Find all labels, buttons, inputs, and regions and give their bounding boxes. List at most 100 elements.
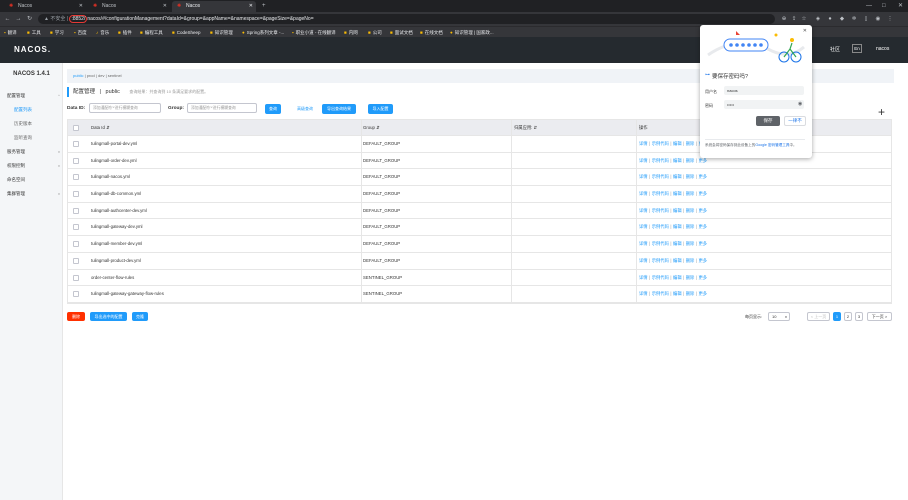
password-field[interactable]: ••••• <box>724 100 804 109</box>
row-checkbox[interactable] <box>73 274 79 281</box>
bookmark-star-icon[interactable]: ☆ <box>800 14 808 24</box>
export-selected-button[interactable]: 导出选中的配置 <box>90 312 127 321</box>
clone-button[interactable]: 克隆 <box>132 312 148 321</box>
op-link[interactable]: 删除 <box>686 174 695 179</box>
op-link[interactable]: 编辑 <box>673 191 682 196</box>
show-password-eye-icon[interactable]: ◉ <box>798 100 802 109</box>
op-link[interactable]: 更多 <box>698 158 707 163</box>
op-link[interactable]: 编辑 <box>673 291 682 296</box>
op-link[interactable]: 删除 <box>686 208 695 213</box>
op-link[interactable]: 示例代码 <box>652 191 669 196</box>
op-link[interactable]: 详情 <box>639 258 648 263</box>
share-icon[interactable]: ⇪ <box>790 14 798 24</box>
op-link[interactable]: 编辑 <box>673 258 682 263</box>
sort-icon[interactable]: ⇵ <box>534 125 538 130</box>
op-link[interactable]: 详情 <box>639 275 648 280</box>
row-checkbox[interactable] <box>73 174 79 181</box>
export-query-results-button[interactable]: 导出查询结果 <box>322 104 356 114</box>
op-link[interactable]: 示例代码 <box>652 141 669 146</box>
op-link[interactable]: 编辑 <box>673 141 682 146</box>
sidebar-item-listener-query[interactable]: 监听查询 <box>14 135 32 141</box>
op-link[interactable]: 更多 <box>698 224 707 229</box>
sort-icon[interactable]: ⇵ <box>376 125 380 130</box>
op-link[interactable]: 详情 <box>639 174 648 179</box>
op-link[interactable]: 详情 <box>639 241 648 246</box>
puzzle-icon[interactable]: ✲ <box>850 14 858 24</box>
delete-button[interactable]: 删除 <box>67 312 85 321</box>
avatar[interactable]: ◉ <box>874 14 882 24</box>
op-link[interactable]: 删除 <box>686 275 695 280</box>
community-link[interactable]: 社区 <box>830 46 840 53</box>
query-button[interactable]: 查询 <box>265 104 281 114</box>
select-all-checkbox[interactable] <box>73 125 79 131</box>
op-link[interactable]: 详情 <box>639 208 648 213</box>
row-checkbox[interactable] <box>73 191 79 198</box>
op-link[interactable]: 删除 <box>686 258 695 263</box>
row-checkbox[interactable] <box>73 291 79 298</box>
new-tab-button[interactable]: + <box>262 0 266 12</box>
row-checkbox[interactable] <box>73 257 79 264</box>
sidebar-item-config-management[interactable]: 配置管理 <box>7 93 25 99</box>
op-link[interactable]: 删除 <box>686 191 695 196</box>
page-button-3[interactable]: 3 <box>855 312 863 321</box>
translate-icon[interactable]: ⊕ <box>780 14 788 24</box>
op-link[interactable]: 删除 <box>686 158 695 163</box>
sort-icon[interactable]: ⇵ <box>106 125 110 130</box>
prev-page-button[interactable]: < 上一页 <box>807 312 830 321</box>
column-header-group[interactable]: Group ⇵ <box>363 120 380 135</box>
close-tab-icon[interactable]: ✕ <box>79 1 83 12</box>
minimize-icon[interactable]: — <box>866 0 872 12</box>
url-input[interactable]: ▲ 不安全 | :8852/nacos/#/configurationManag… <box>38 14 775 24</box>
language-switch-button[interactable]: En <box>852 44 862 53</box>
username-field[interactable]: nacos <box>724 86 804 95</box>
never-save-button[interactable]: 一律不 <box>784 116 806 126</box>
extension-icon[interactable]: ◈ <box>814 14 822 24</box>
close-icon[interactable]: ✕ <box>803 28 807 34</box>
op-link[interactable]: 编辑 <box>673 174 682 179</box>
namespace-tab-prod[interactable]: prod <box>87 73 95 78</box>
op-link[interactable]: 示例代码 <box>652 174 669 179</box>
op-link[interactable]: 编辑 <box>673 275 682 280</box>
op-link[interactable]: 更多 <box>698 291 707 296</box>
close-window-icon[interactable]: ✕ <box>898 0 903 12</box>
page-button-2[interactable]: 2 <box>844 312 852 321</box>
maximize-icon[interactable]: □ <box>882 0 886 12</box>
sidebar-item-config-list[interactable]: 配置列表 <box>14 107 32 113</box>
column-header-app[interactable]: 归属应用: ⇵ <box>514 120 537 135</box>
op-link[interactable]: 编辑 <box>673 158 682 163</box>
op-link[interactable]: 更多 <box>698 258 707 263</box>
sidebar-item-cluster-management[interactable]: 集群管理 <box>7 191 25 197</box>
close-tab-icon[interactable]: ✕ <box>249 1 253 12</box>
op-link[interactable]: 删除 <box>686 141 695 146</box>
nacos-logo[interactable]: NACOS. <box>14 45 51 54</box>
forward-icon[interactable]: → <box>14 12 23 26</box>
op-link[interactable]: 示例代码 <box>652 208 669 213</box>
user-menu[interactable]: nacos <box>876 46 889 52</box>
row-checkbox[interactable] <box>73 157 79 164</box>
extension-icon[interactable]: ◆ <box>838 14 846 24</box>
row-checkbox[interactable] <box>73 207 79 214</box>
column-header-dataid[interactable]: Data Id ⇵ <box>91 120 110 135</box>
row-checkbox[interactable] <box>73 224 79 231</box>
page-button-1[interactable]: 1 <box>833 312 841 321</box>
sidebar-icon[interactable]: ▯ <box>862 14 870 24</box>
namespace-tab-sentinel[interactable]: sentinel <box>108 73 122 78</box>
op-link[interactable]: 更多 <box>698 241 707 246</box>
browser-tab-2[interactable]: ✺ Nacos ✕ <box>88 1 170 12</box>
namespace-tab-public[interactable]: public <box>73 73 83 78</box>
google-password-manager-link[interactable]: Google 密码管理工具 <box>755 143 789 147</box>
close-tab-icon[interactable]: ✕ <box>163 1 167 12</box>
dataid-search-input[interactable]: 添加通配符'*'进行模糊查询 <box>89 103 161 113</box>
advanced-query-button[interactable]: 高级查询 <box>293 104 317 114</box>
group-search-input[interactable]: 添加通配符'*'进行模糊查询 <box>187 103 257 113</box>
op-link[interactable]: 编辑 <box>673 241 682 246</box>
op-link[interactable]: 示例代码 <box>652 241 669 246</box>
reload-icon[interactable]: ↻ <box>25 12 34 26</box>
page-size-select[interactable]: 10 v <box>768 312 790 321</box>
op-link[interactable]: 更多 <box>698 174 707 179</box>
op-link[interactable]: 示例代码 <box>652 258 669 263</box>
op-link[interactable]: 删除 <box>686 291 695 296</box>
op-link[interactable]: 编辑 <box>673 208 682 213</box>
namespace-tab-dev[interactable]: dev <box>98 73 104 78</box>
back-icon[interactable]: ← <box>3 12 12 26</box>
